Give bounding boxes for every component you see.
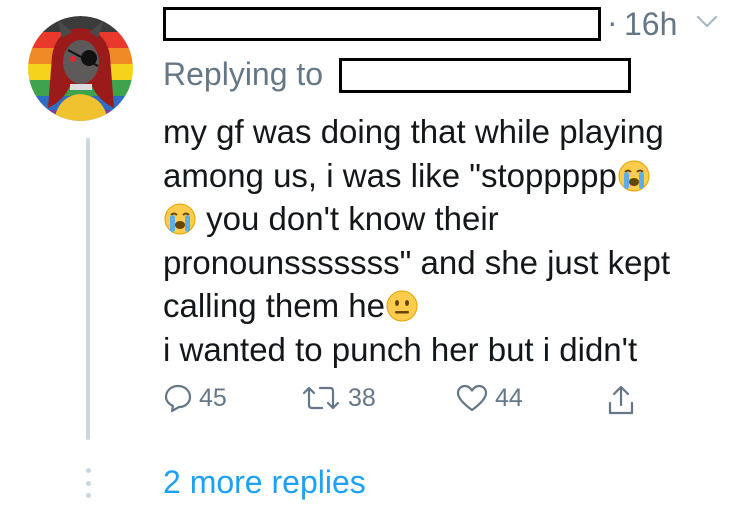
more-dots-icon [84, 468, 92, 498]
tweet-line: calling them he [163, 284, 733, 328]
tweet-line: my gf was doing that while playing [163, 113, 664, 150]
share-icon [608, 385, 634, 415]
like-icon [456, 384, 488, 412]
tweet-timestamp[interactable]: 16h [624, 6, 677, 43]
loudly-crying-face-icon [164, 203, 196, 235]
reply-button[interactable]: 45 [163, 383, 227, 413]
tweet-line: you don't know their [163, 197, 733, 241]
retweet-icon [302, 386, 340, 410]
avatar[interactable] [28, 16, 133, 121]
thread-line [86, 138, 90, 440]
like-count: 44 [495, 383, 523, 412]
more-replies-link[interactable]: 2 more replies [163, 464, 366, 501]
separator-dot: · [607, 4, 618, 40]
reply-icon [164, 384, 192, 413]
tweet-line: i wanted to punch her but i didn't [163, 330, 638, 368]
redacted-display-name [163, 7, 601, 41]
retweet-count: 38 [348, 383, 376, 412]
avatar-image [28, 16, 133, 121]
like-button[interactable]: 44 [455, 383, 523, 413]
loudly-crying-face-icon [618, 160, 650, 191]
redacted-reply-handle[interactable] [339, 58, 631, 93]
neutral-face-icon [386, 290, 418, 322]
tweet-actions: 45 38 44 [163, 383, 663, 423]
retweet-button[interactable]: 38 [300, 383, 376, 413]
reply-count: 45 [199, 383, 227, 412]
chevron-down-icon[interactable] [695, 14, 719, 30]
replying-to-label: Replying to [163, 56, 324, 92]
tweet-line: among us, i was like "stoppppp [163, 154, 733, 198]
share-button[interactable] [605, 383, 637, 417]
tweet-line: pronounsssssss" and she just kept [163, 243, 670, 281]
tweet-text: my gf was doing that while playing among… [163, 110, 733, 371]
